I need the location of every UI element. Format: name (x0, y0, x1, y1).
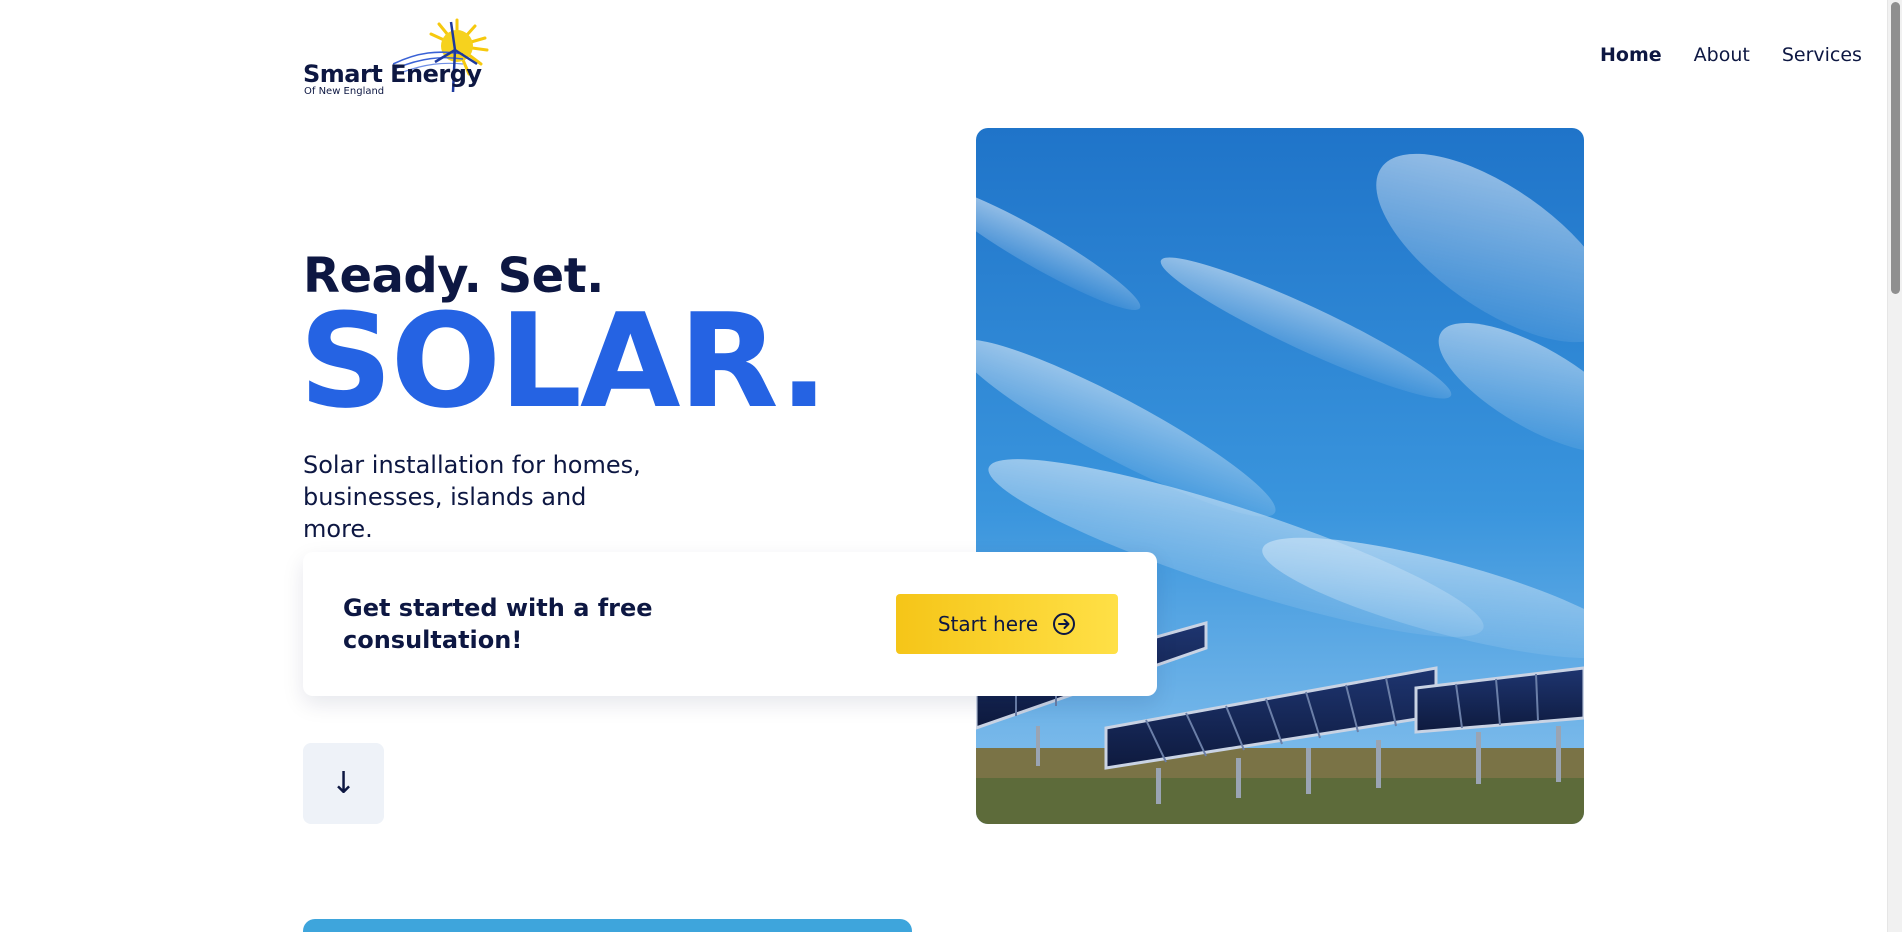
arrow-right-circle-icon (1053, 613, 1076, 635)
main-nav: Home About Services Pr (1600, 44, 1902, 66)
nav-item-services[interactable]: Services (1782, 44, 1862, 66)
brand-logo[interactable]: Smart Energy Of New England (303, 16, 503, 98)
page-scrollbar[interactable] (1887, 0, 1902, 932)
scroll-down-button[interactable]: ↓ (303, 743, 384, 824)
arrow-down-icon: ↓ (330, 766, 357, 801)
start-here-button[interactable]: Start here (896, 594, 1118, 654)
hero-description: Solar installation for homes, businesses… (303, 451, 641, 543)
page: Smart Energy Of New England Home About S… (0, 0, 1902, 932)
brand-name: Smart Energy (303, 60, 482, 88)
consultation-text: Get started with a free consultation! (343, 594, 653, 654)
nav-item-about[interactable]: About (1694, 44, 1750, 66)
nav-item-home[interactable]: Home (1600, 44, 1662, 66)
start-here-label: Start here (937, 612, 1039, 636)
next-section-banner (303, 919, 912, 932)
hero-headline: SOLAR. (299, 285, 828, 437)
hero-image-solar-panels (976, 128, 1584, 824)
scrollbar-thumb[interactable] (1891, 2, 1900, 294)
consultation-card: Get started with a free consultation! St… (303, 552, 1157, 696)
brand-subtitle: Of New England (304, 86, 385, 97)
solar-panels-illustration (976, 128, 1584, 824)
